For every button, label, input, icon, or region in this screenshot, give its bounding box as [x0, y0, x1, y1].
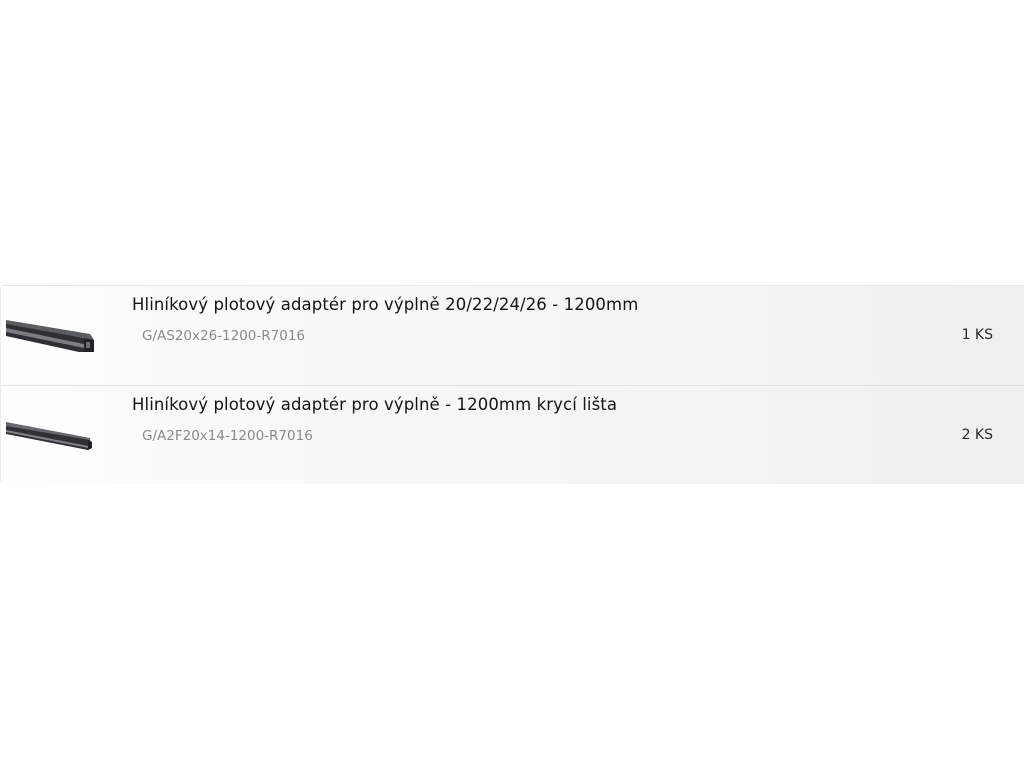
product-code: G/AS20x26-1200-R7016: [142, 328, 305, 344]
product-name[interactable]: Hliníkový plotový adaptér pro výplně - 1…: [132, 395, 617, 414]
order-item-list: Hliníkový plotový adaptér pro výplně 20/…: [0, 285, 1024, 484]
order-item-row: Hliníkový plotový adaptér pro výplně - 1…: [1, 386, 1024, 484]
product-quantity: 1 KS: [961, 327, 993, 343]
order-item-row: Hliníkový plotový adaptér pro výplně 20/…: [1, 286, 1024, 386]
product-code: G/A2F20x14-1200-R7016: [142, 428, 313, 444]
product-quantity: 2 KS: [961, 427, 993, 443]
product-name[interactable]: Hliníkový plotový adaptér pro výplně 20/…: [132, 295, 638, 314]
aluminium-adapter-profile-image: [6, 320, 94, 352]
aluminium-cover-strip-image: [6, 422, 92, 450]
